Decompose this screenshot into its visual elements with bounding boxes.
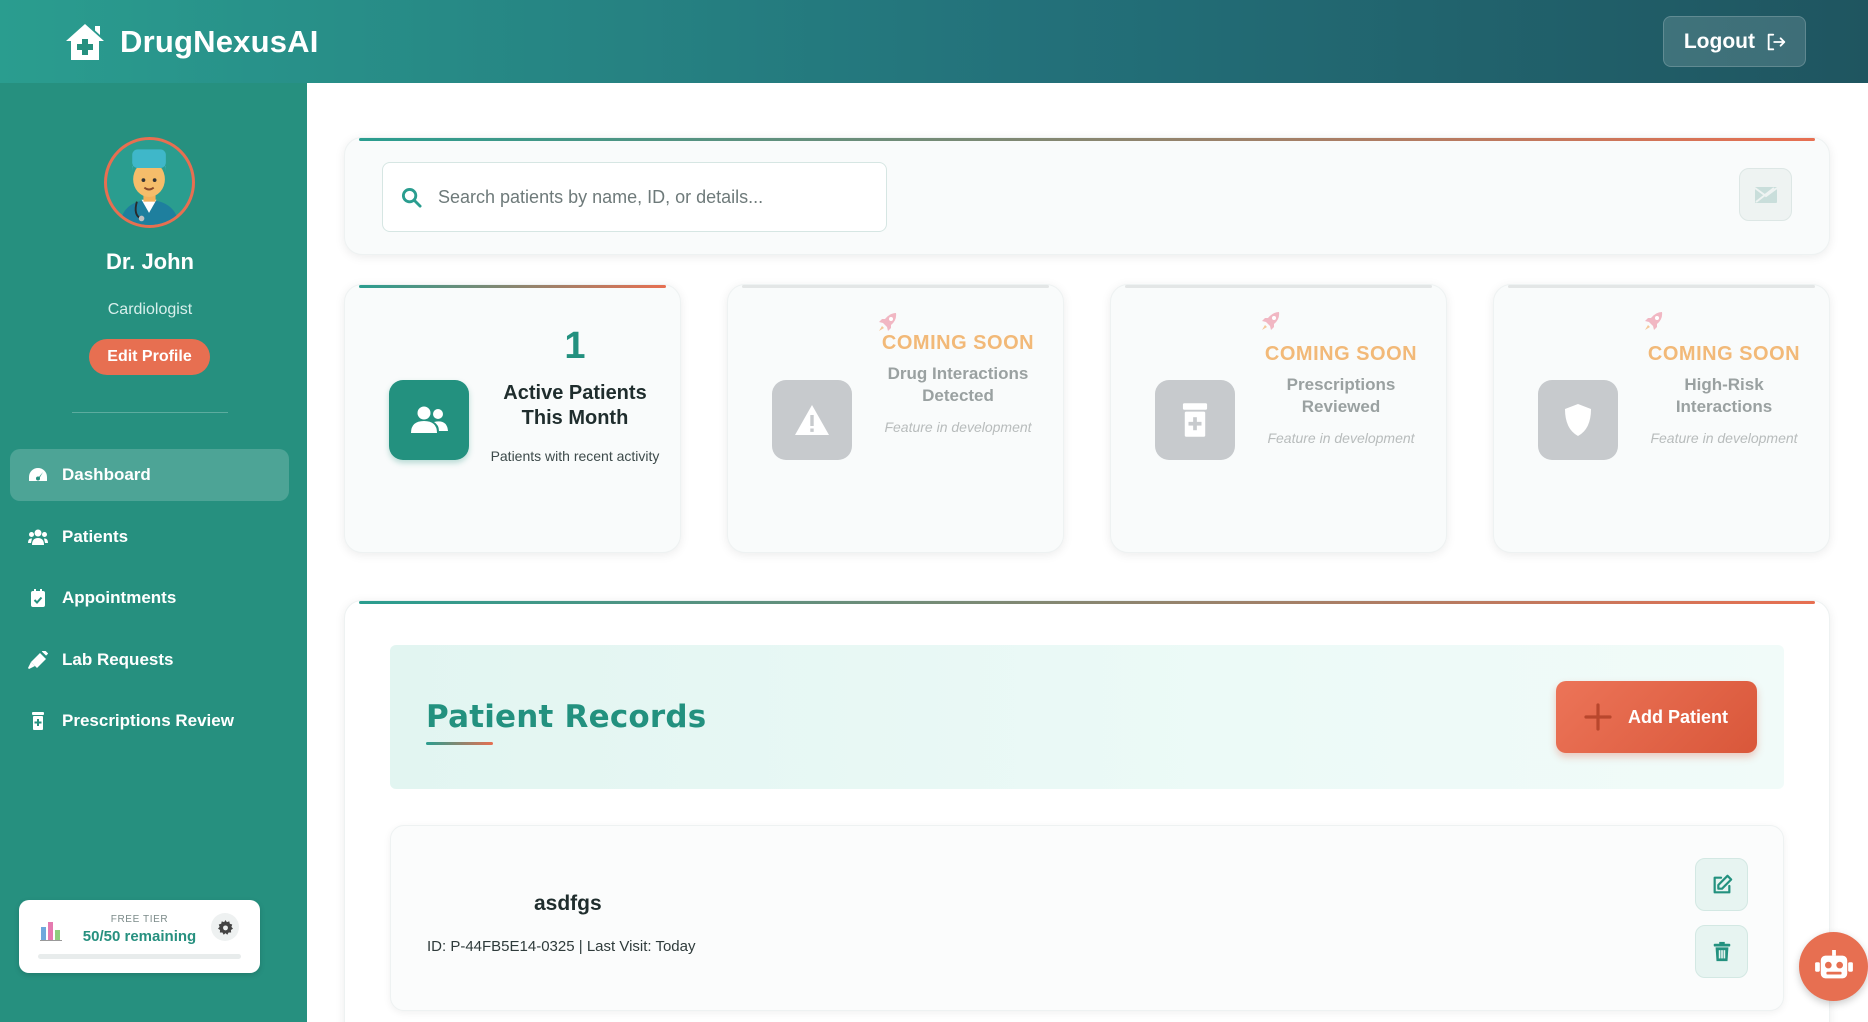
drug-interactions-card: COMING SOON Drug Interactions Detected F… bbox=[727, 284, 1064, 553]
logout-button[interactable]: Logout bbox=[1662, 16, 1806, 67]
prescriptions-reviewed-card: COMING SOON Prescriptions Reviewed Featu… bbox=[1110, 284, 1447, 553]
high-risk-interactions-card: COMING SOON High-Risk Interactions Featu… bbox=[1493, 284, 1830, 553]
stat-number: 1 bbox=[564, 325, 586, 367]
prescription-bottle-icon bbox=[28, 712, 48, 730]
avatar[interactable] bbox=[104, 137, 195, 228]
stat-note: Feature in development bbox=[884, 418, 1032, 435]
sidebar-item-prescriptions-review[interactable]: Prescriptions Review bbox=[10, 695, 289, 747]
sidebar-item-appointments[interactable]: Appointments bbox=[10, 572, 289, 624]
title-underline bbox=[426, 742, 493, 745]
coming-soon-label: COMING SOON bbox=[881, 332, 1035, 354]
users-icon bbox=[389, 380, 469, 460]
users-icon bbox=[28, 528, 48, 546]
stat-description: Patients with recent activity bbox=[490, 447, 660, 464]
top-bar: DrugNexusAI Logout bbox=[0, 0, 1868, 83]
coming-soon-label: COMING SOON bbox=[1647, 343, 1801, 365]
sidebar-item-label: Appointments bbox=[62, 588, 177, 607]
high-risk-interactions-text: COMING SOON High-Risk Interactions Featu… bbox=[1634, 344, 1814, 449]
delete-patient-button[interactable] bbox=[1695, 925, 1748, 978]
patient-records-header: Patient Records Add Patient bbox=[390, 645, 1784, 789]
add-patient-label: Add Patient bbox=[1628, 706, 1729, 727]
logout-icon bbox=[1767, 33, 1786, 50]
search-box[interactable] bbox=[382, 162, 887, 232]
add-patient-button[interactable]: Add Patient bbox=[1556, 681, 1757, 753]
sidebar-item-patients[interactable]: Patients bbox=[10, 511, 289, 563]
tier-usage-bar bbox=[38, 954, 241, 959]
section-title: Patient Records bbox=[426, 699, 707, 735]
edit-profile-button[interactable]: Edit Profile bbox=[89, 339, 210, 375]
prescription-bottle-icon bbox=[1155, 380, 1235, 460]
coming-soon-label: COMING SOON bbox=[1264, 343, 1418, 365]
edit-patient-button[interactable] bbox=[1695, 858, 1748, 911]
search-input[interactable] bbox=[438, 186, 858, 208]
main-content: 1 Active Patients This Month Patients wi… bbox=[307, 83, 1868, 1022]
rocket-icon bbox=[879, 313, 897, 331]
stat-note: Feature in development bbox=[1267, 429, 1415, 446]
drug-interactions-text: COMING SOON Drug Interactions Detected F… bbox=[868, 333, 1048, 438]
sidebar: Dr. John Cardiologist Edit Profile Dashb… bbox=[0, 83, 307, 1022]
syringe-icon bbox=[28, 650, 48, 669]
calendar-check-icon bbox=[28, 589, 48, 607]
search-icon bbox=[401, 187, 422, 208]
sidebar-nav: Dashboard Patients Appointments Lab Requ… bbox=[10, 449, 289, 757]
list-item[interactable]: asdfgs ID: P-44FB5E14-0325 | Last Visit:… bbox=[390, 825, 1784, 1011]
patient-meta: ID: P-44FB5E14-0325 | Last Visit: Today bbox=[427, 938, 696, 955]
doctor-role: Cardiologist bbox=[107, 301, 193, 318]
sidebar-item-label: Prescriptions Review bbox=[62, 711, 234, 730]
sidebar-divider bbox=[72, 412, 228, 413]
patient-records-card: Patient Records Add Patient asdfgs ID: P… bbox=[344, 600, 1830, 1022]
edit-icon bbox=[1713, 874, 1732, 893]
chatbot-button[interactable] bbox=[1799, 932, 1868, 1001]
brand-name: DrugNexusAI bbox=[120, 23, 319, 59]
gauge-icon bbox=[28, 466, 48, 484]
active-patients-text: 1 Active Patients This Month Patients wi… bbox=[485, 327, 665, 466]
robot-icon bbox=[1814, 949, 1853, 978]
sidebar-item-label: Lab Requests bbox=[62, 649, 174, 669]
doctor-name: Dr. John bbox=[105, 249, 194, 274]
logout-label: Logout bbox=[1683, 29, 1755, 53]
warning-icon bbox=[772, 380, 852, 460]
stat-title: Active Patients This Month bbox=[503, 382, 647, 430]
stat-note: Feature in development bbox=[1650, 429, 1798, 446]
patient-name: asdfgs bbox=[534, 892, 602, 915]
doctor-avatar-icon bbox=[120, 149, 179, 225]
sidebar-item-label: Patients bbox=[62, 526, 129, 546]
free-tier-card: FREE TIER 50/50 remaining bbox=[19, 900, 260, 973]
active-patients-card[interactable]: 1 Active Patients This Month Patients wi… bbox=[344, 284, 681, 553]
sidebar-item-lab-requests[interactable]: Lab Requests bbox=[10, 634, 289, 686]
rocket-icon bbox=[1262, 312, 1280, 330]
shield-icon bbox=[1538, 380, 1618, 460]
brand[interactable]: DrugNexusAI bbox=[64, 22, 319, 62]
rocket-icon bbox=[1645, 312, 1663, 330]
plus-icon bbox=[1584, 703, 1612, 731]
gear-icon[interactable] bbox=[211, 913, 239, 941]
trash-icon bbox=[1713, 941, 1730, 961]
prescriptions-reviewed-text: COMING SOON Prescriptions Reviewed Featu… bbox=[1251, 344, 1431, 449]
house-medical-icon bbox=[66, 23, 104, 60]
envelope-icon bbox=[1753, 186, 1778, 203]
sidebar-item-dashboard[interactable]: Dashboard bbox=[10, 449, 289, 501]
search-card bbox=[344, 137, 1830, 255]
message-button[interactable] bbox=[1739, 168, 1792, 221]
stat-title: Prescriptions Reviewed bbox=[1286, 374, 1396, 417]
stat-title: Drug Interactions Detected bbox=[887, 363, 1029, 406]
sidebar-item-label: Dashboard bbox=[62, 465, 151, 484]
stat-title: High-Risk Interactions bbox=[1675, 374, 1773, 417]
